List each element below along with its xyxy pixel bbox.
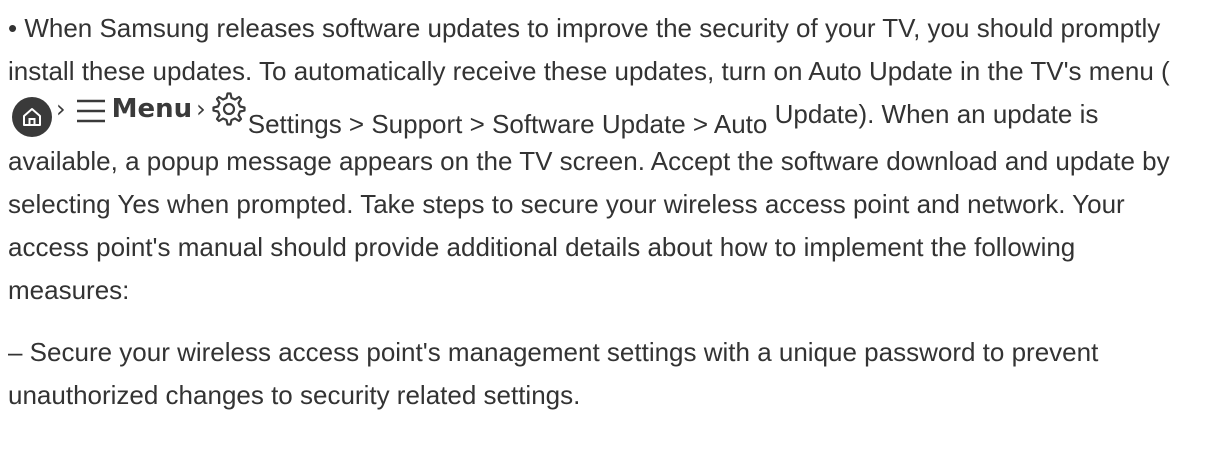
paragraph-auto-update: • When Samsung releases software updates… — [8, 0, 1202, 312]
paragraph-text-before: • When Samsung releases software updates… — [8, 13, 1170, 86]
chevron-right-icon: › — [56, 95, 66, 123]
home-icon — [12, 97, 52, 137]
hamburger-menu-icon — [76, 99, 105, 123]
document: • When Samsung releases software updates… — [0, 0, 1210, 464]
menu-path-icons: › Menu › — [12, 92, 246, 140]
menu-label: Menu — [111, 93, 193, 124]
settings-path: Settings > Support > Software Update > A… — [247, 109, 768, 139]
gear-icon — [212, 92, 246, 126]
chevron-right-icon: › — [196, 95, 206, 123]
paragraph-secure-access-point: – Secure your wireless access point's ma… — [8, 337, 1099, 410]
